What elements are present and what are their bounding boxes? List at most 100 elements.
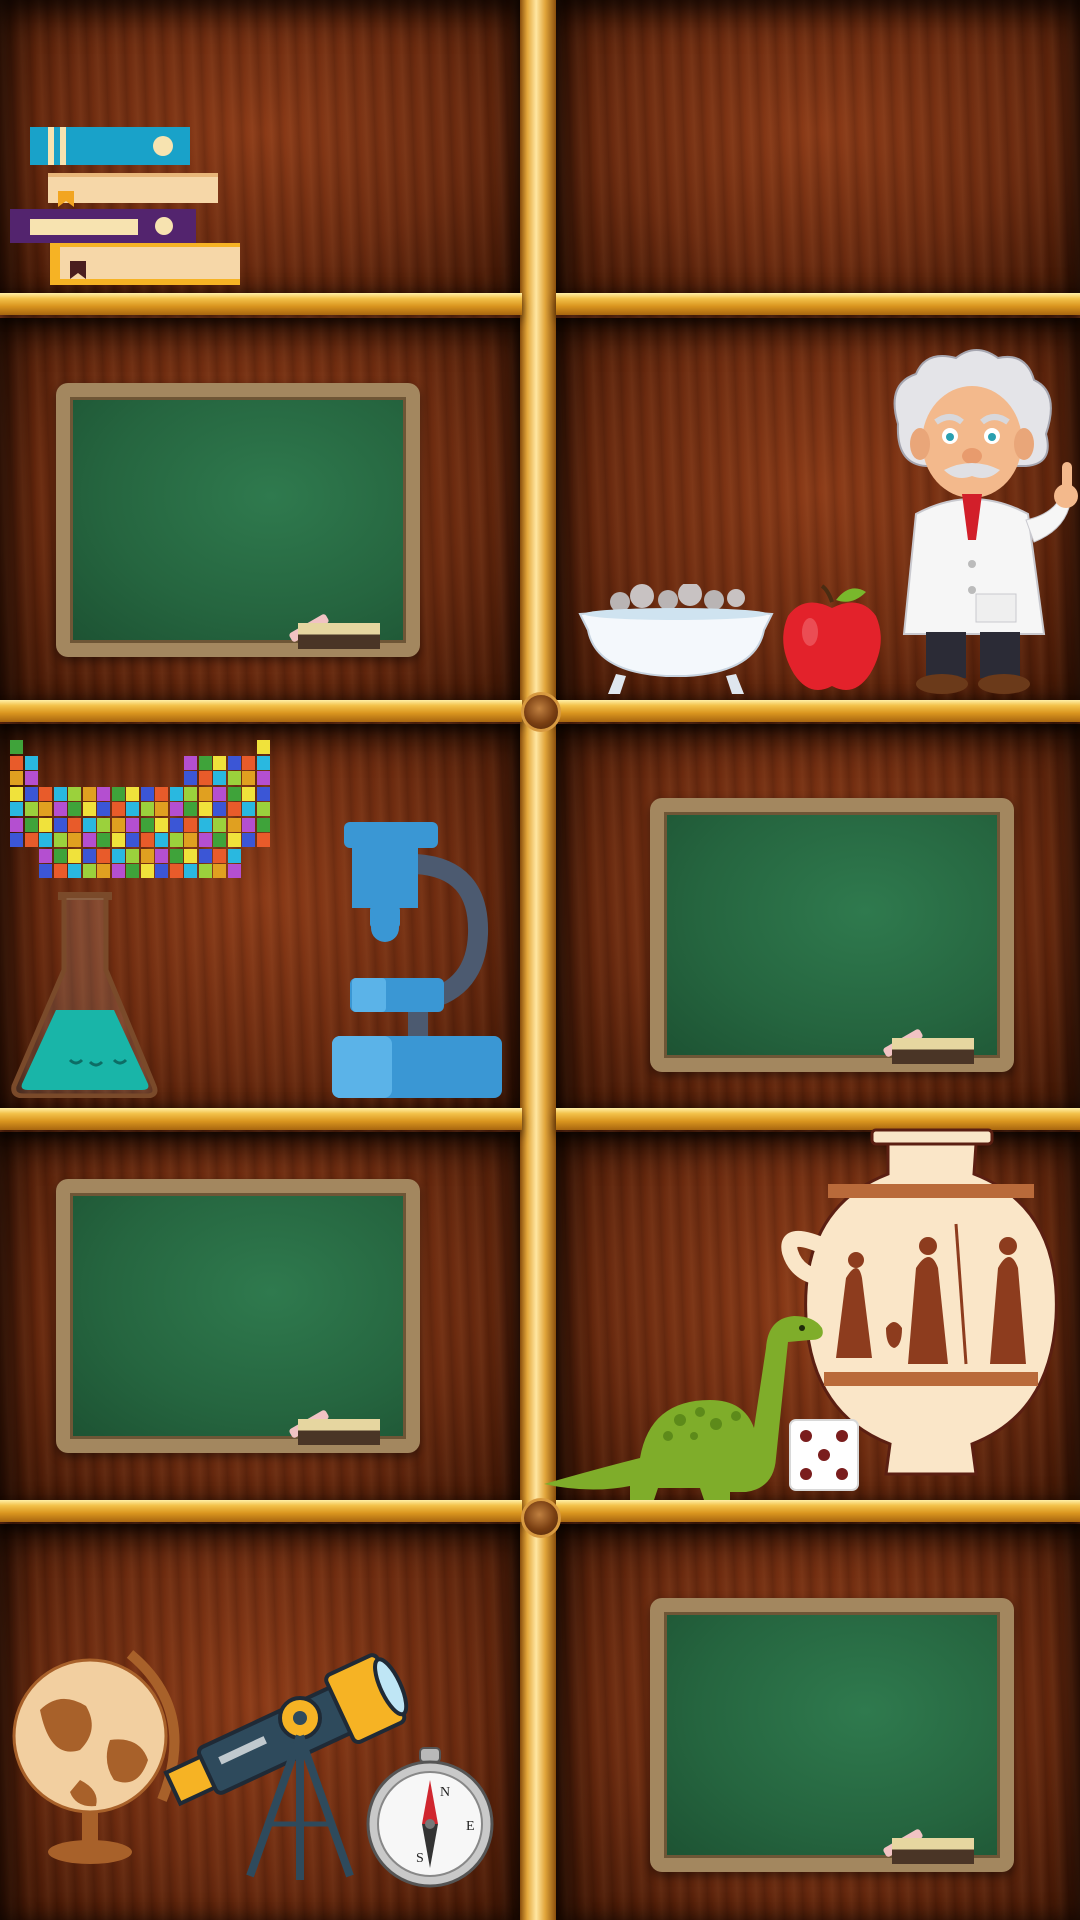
periodic-tile: [10, 740, 23, 754]
periodic-tile: [126, 786, 139, 801]
periodic-tile: [82, 848, 96, 863]
books-stack-icon[interactable]: [8, 125, 240, 287]
periodic-tile: [10, 817, 23, 832]
chalkboard-drop-zone-2[interactable]: [650, 798, 1014, 1072]
chalkboard-drop-zone-4[interactable]: [650, 1598, 1014, 1872]
periodic-tile: [184, 848, 197, 863]
periodic-tile: [169, 817, 183, 832]
periodic-tile: [54, 756, 67, 770]
chalkboard-drop-zone-3[interactable]: [56, 1179, 420, 1453]
periodic-tile: [126, 864, 139, 878]
periodic-tile: [155, 802, 168, 816]
periodic-tile: [126, 802, 139, 816]
periodic-tile: [82, 864, 96, 878]
periodic-tile: [39, 802, 52, 816]
periodic-tile: [227, 848, 241, 863]
apple-icon[interactable]: [780, 582, 886, 700]
periodic-tile: [39, 771, 52, 785]
periodic-tile: [227, 817, 241, 832]
periodic-tile: [169, 802, 183, 816]
periodic-tile: [256, 740, 270, 754]
periodic-tile: [112, 740, 125, 754]
periodic-tile: [169, 833, 183, 847]
periodic-tile: [39, 786, 52, 801]
periodic-tile: [24, 786, 38, 801]
dice-icon[interactable]: [788, 1418, 860, 1492]
periodic-tile: [54, 740, 67, 754]
eraser-icon: [298, 1419, 380, 1445]
chalkboard-drop-zone-1[interactable]: [56, 383, 420, 657]
periodic-tile: [141, 756, 154, 770]
periodic-tile: [242, 849, 255, 863]
periodic-tile: [126, 833, 139, 847]
periodic-tile: [198, 833, 212, 847]
periodic-tile: [227, 864, 241, 878]
periodic-tile: [155, 848, 168, 863]
periodic-tile: [213, 802, 226, 816]
periodic-tile: [25, 849, 38, 863]
shelf-board-2-right: [556, 700, 1080, 722]
periodic-tile: [184, 740, 197, 754]
shelf-board-1-right: [556, 293, 1080, 315]
microscope-icon[interactable]: [330, 818, 506, 1100]
periodic-tile: [213, 755, 226, 770]
periodic-tile: [213, 833, 226, 847]
periodic-tile: [155, 864, 168, 878]
bookcase: N E S: [0, 0, 1080, 1920]
compass-north-label: N: [440, 1785, 450, 1800]
periodic-tile: [10, 786, 23, 801]
periodic-table-icon[interactable]: [10, 740, 270, 878]
shelf-board-3-left: [0, 1108, 522, 1130]
periodic-tile: [227, 833, 241, 847]
periodic-tile: [184, 817, 197, 832]
periodic-tile: [68, 802, 81, 816]
periodic-tile: [68, 756, 81, 770]
periodic-tile: [97, 740, 110, 754]
periodic-tile: [10, 849, 23, 863]
einstein-cartoon-icon[interactable]: [876, 344, 1080, 698]
periodic-tile: [82, 786, 96, 801]
periodic-tile: [68, 740, 81, 754]
shelf-cell-1-right: [556, 0, 1080, 295]
periodic-tile: [198, 864, 212, 878]
bathtub-icon[interactable]: [576, 584, 776, 698]
periodic-tile: [68, 786, 81, 801]
periodic-tile: [170, 756, 183, 770]
periodic-tile: [39, 833, 52, 847]
periodic-tile: [242, 786, 255, 801]
periodic-tile: [213, 864, 226, 878]
dinosaur-icon[interactable]: [540, 1308, 830, 1502]
periodic-tile: [256, 771, 270, 785]
periodic-tile: [198, 755, 212, 770]
periodic-tile: [140, 786, 154, 801]
periodic-tile: [126, 817, 139, 832]
periodic-tile: [140, 864, 154, 878]
periodic-tile: [170, 771, 183, 785]
compass-icon[interactable]: N E S: [364, 1746, 496, 1888]
periodic-tile: [140, 802, 154, 816]
periodic-tile: [242, 817, 255, 832]
periodic-tile: [111, 833, 125, 847]
periodic-tile: [242, 833, 255, 847]
periodic-tile: [199, 740, 212, 754]
periodic-tile: [141, 740, 154, 754]
periodic-tile: [140, 833, 154, 847]
periodic-tile: [256, 833, 270, 847]
periodic-tile: [198, 817, 212, 832]
periodic-tile: [227, 802, 241, 816]
periodic-tile: [111, 786, 125, 801]
periodic-tile: [53, 786, 67, 801]
periodic-tile: [111, 802, 125, 816]
periodic-tile: [111, 848, 125, 863]
periodic-tile: [53, 833, 67, 847]
periodic-tile: [39, 848, 52, 863]
periodic-tile: [82, 833, 96, 847]
periodic-tile: [198, 848, 212, 863]
periodic-tile: [68, 833, 81, 847]
periodic-tile: [24, 755, 38, 770]
periodic-tile: [39, 740, 52, 754]
flask-icon[interactable]: [10, 890, 160, 1098]
periodic-tile: [83, 756, 96, 770]
periodic-tile: [10, 864, 23, 878]
periodic-tile: [169, 848, 183, 863]
